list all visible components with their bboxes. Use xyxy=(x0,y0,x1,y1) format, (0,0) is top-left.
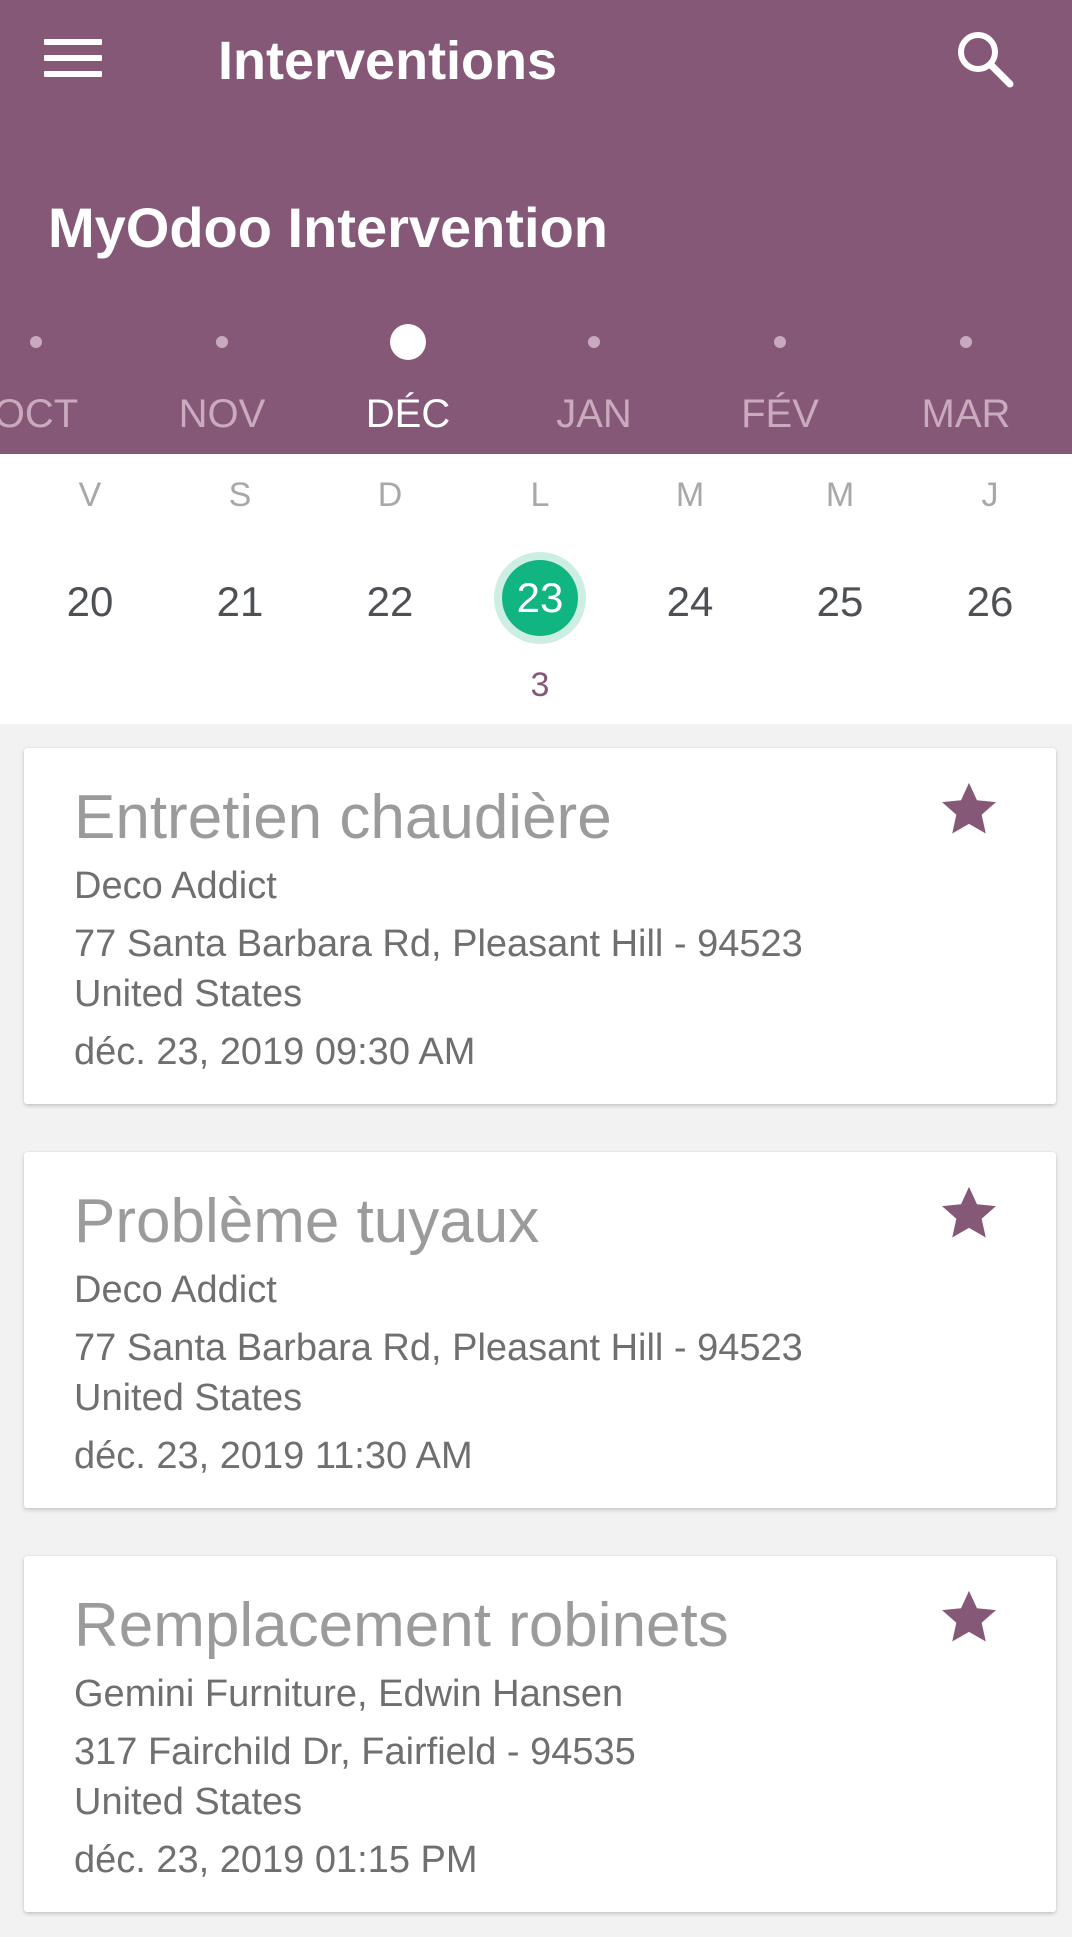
search-icon[interactable] xyxy=(950,24,1020,94)
week-strip: V S D L M M J 20 21 22 23 24 25 26 3 xyxy=(0,454,1072,724)
month-label: DÉC xyxy=(365,392,451,436)
star-icon[interactable] xyxy=(936,776,1002,842)
month-label: FÉV xyxy=(741,392,819,436)
intervention-card[interactable]: Remplacement robinets Gemini Furniture, E… xyxy=(24,1556,1056,1912)
intervention-country: United States xyxy=(74,973,303,1015)
month-fév[interactable]: FÉV xyxy=(690,318,870,454)
day-22[interactable]: 22 xyxy=(340,560,440,644)
month-selector: OCT NOV DÉC JAN FÉV MAR xyxy=(0,318,1072,454)
intervention-card[interactable]: Entretien chaudière Deco Addict 77 Santa B… xyxy=(24,748,1056,1104)
weekday-label: V xyxy=(78,476,102,514)
month-dot xyxy=(960,336,972,348)
intervention-datetime: déc. 23, 2019 01:15 PM xyxy=(74,1839,478,1881)
menu-bar-middle xyxy=(44,55,102,61)
day-20[interactable]: 20 xyxy=(40,560,140,644)
app-screen: Interventions MyOdoo Intervention OCT NOV… xyxy=(0,0,1072,1937)
intervention-customer: Gemini Furniture, Edwin Hansen xyxy=(74,1673,624,1715)
selected-day-event-count: 3 xyxy=(530,666,550,704)
intervention-card[interactable]: Problème tuyaux Deco Addict 77 Santa Barba… xyxy=(24,1152,1056,1508)
intervention-title: Entretien chaudière xyxy=(74,783,612,852)
intervention-address: 77 Santa Barbara Rd, Pleasant Hill - 945… xyxy=(74,923,803,965)
month-dot xyxy=(774,336,786,348)
day-25[interactable]: 25 xyxy=(790,560,890,644)
month-label: MAR xyxy=(921,392,1011,436)
intervention-title: Remplacement robinets xyxy=(74,1591,729,1660)
intervention-address: 77 Santa Barbara Rd, Pleasant Hill - 945… xyxy=(74,1327,803,1369)
month-dot xyxy=(216,336,228,348)
menu-bar-top xyxy=(44,39,102,45)
month-nov[interactable]: NOV xyxy=(132,318,312,454)
hamburger-menu-icon[interactable] xyxy=(44,26,124,90)
star-icon[interactable] xyxy=(936,1584,1002,1650)
month-label: OCT xyxy=(0,392,79,436)
day-26[interactable]: 26 xyxy=(940,560,1040,644)
weekday-label: J xyxy=(981,476,999,514)
intervention-address: 317 Fairchild Dr, Fairfield - 94535 xyxy=(74,1731,636,1773)
page-title: Interventions xyxy=(218,31,558,91)
month-dot xyxy=(30,336,42,348)
app-name: MyOdoo Intervention xyxy=(48,196,608,259)
app-header: Interventions MyOdoo Intervention OCT NOV… xyxy=(0,0,1072,454)
intervention-customer: Deco Addict xyxy=(74,1269,277,1311)
intervention-country: United States xyxy=(74,1781,303,1823)
month-jan[interactable]: JAN xyxy=(504,318,684,454)
month-label: NOV xyxy=(178,392,266,436)
star-icon[interactable] xyxy=(936,1180,1002,1246)
day-24[interactable]: 24 xyxy=(640,560,740,644)
month-mar[interactable]: MAR xyxy=(876,318,1056,454)
day-23-selected[interactable]: 23 xyxy=(502,560,578,636)
weekday-label: L xyxy=(530,476,550,514)
intervention-datetime: déc. 23, 2019 11:30 AM xyxy=(74,1435,473,1477)
intervention-datetime: déc. 23, 2019 09:30 AM xyxy=(74,1031,476,1073)
month-déc[interactable]: DÉC xyxy=(318,318,498,454)
intervention-customer: Deco Addict xyxy=(74,865,277,907)
month-label: JAN xyxy=(556,392,632,436)
day-21[interactable]: 21 xyxy=(190,560,290,644)
month-active-dot xyxy=(390,324,426,360)
intervention-title: Problème tuyaux xyxy=(74,1187,540,1256)
menu-bar-bottom xyxy=(44,71,102,77)
weekday-label: D xyxy=(377,476,403,514)
month-dot xyxy=(588,336,600,348)
weekday-label: M xyxy=(675,476,705,514)
month-oct[interactable]: OCT xyxy=(0,318,126,454)
toolbar: Interventions xyxy=(0,0,1072,124)
intervention-country: United States xyxy=(74,1377,303,1419)
weekday-label: S xyxy=(228,476,252,514)
weekday-label: M xyxy=(825,476,855,514)
